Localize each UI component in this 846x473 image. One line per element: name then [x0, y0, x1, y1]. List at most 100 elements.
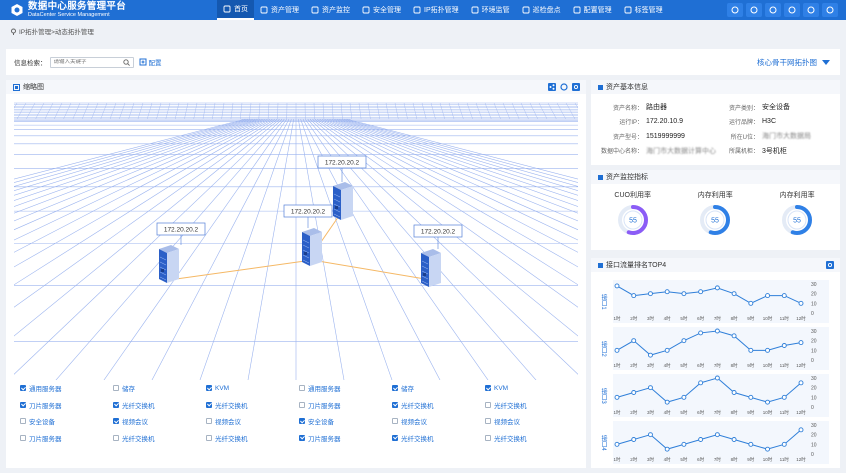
device-checkbox[interactable]: 视频会议	[113, 416, 206, 426]
nav-item-2[interactable]: 资产监控	[305, 0, 356, 20]
twitter-icon	[731, 6, 739, 14]
device-checkbox[interactable]: 光纤交换机	[206, 400, 299, 410]
device-checkbox[interactable]: 安全设备	[20, 416, 113, 426]
data-point	[698, 330, 704, 336]
checkbox-checked-icon[interactable]	[485, 385, 491, 392]
checkbox-checked-icon[interactable]	[392, 401, 398, 408]
tool-button-1[interactable]	[746, 3, 762, 17]
checkbox-empty-icon[interactable]	[299, 401, 305, 408]
checkbox-label: 视频会议	[122, 419, 148, 427]
device-filter-checkboxes: 通用服务器 储存 KVM 通用服务器 储存 KVM 刀片服务器 光纤交换机 光纤交换机 刀片服务器…	[20, 380, 580, 446]
device-checkbox[interactable]: 刀片服务器	[20, 400, 113, 410]
search-input[interactable]	[53, 59, 120, 65]
checkbox-empty-icon[interactable]	[20, 434, 26, 441]
tool-button-3[interactable]	[784, 3, 800, 17]
device-checkbox[interactable]: 刀片服务器	[20, 433, 113, 443]
x-tick-label: 6时	[697, 456, 705, 462]
device-checkbox[interactable]: 视频会议	[206, 416, 299, 426]
nav-item-6[interactable]: 巡检盘点	[516, 0, 567, 20]
device-checkbox[interactable]: 刀片服务器	[299, 433, 392, 443]
tool-button-0[interactable]	[727, 3, 743, 17]
checkbox-checked-icon[interactable]	[299, 418, 305, 425]
nav-item-5[interactable]: 环境监管	[465, 0, 516, 20]
nav-item-1[interactable]: 资产管理	[254, 0, 305, 20]
config-button[interactable]: 配置	[139, 57, 162, 67]
checkbox-empty-icon[interactable]	[20, 418, 26, 425]
key-icon	[769, 6, 777, 14]
asset-info-value: 海门市大数据局	[762, 133, 811, 141]
breadcrumb-text[interactable]: IP拓扑管理>动态拓扑管理	[19, 26, 94, 36]
checkbox-checked-icon[interactable]	[392, 434, 398, 441]
nav-item-0[interactable]: 首页	[217, 0, 254, 20]
checkbox-label: 光纤交换机	[122, 402, 155, 410]
checkbox-empty-icon[interactable]	[113, 434, 119, 441]
device-checkbox[interactable]: 储存	[392, 383, 485, 393]
traffic-charts: 接口130201001时 2时 3时 4时 5时 6时 7时 8时 9时 10时 11时 12时接口2…	[600, 280, 829, 464]
data-point	[765, 293, 770, 299]
checkbox-empty-icon[interactable]	[206, 434, 212, 441]
checkbox-checked-icon[interactable]	[206, 401, 212, 408]
device-checkbox[interactable]: 安全设备	[299, 416, 392, 426]
share-icon[interactable]	[548, 83, 556, 91]
nav-item-3[interactable]: 安全管理	[356, 0, 407, 20]
device-checkbox[interactable]: KVM	[206, 385, 299, 392]
gauge-ring: 55	[700, 205, 731, 235]
checkbox-checked-icon[interactable]	[113, 401, 119, 408]
data-point	[614, 441, 620, 447]
data-point	[798, 340, 804, 346]
device-checkbox[interactable]: 储存	[113, 383, 206, 393]
data-point	[714, 432, 720, 438]
checkbox-empty-icon[interactable]	[299, 385, 305, 392]
settings-icon[interactable]	[572, 83, 580, 91]
data-point	[798, 380, 804, 386]
app-subtitle: DataCenter Service Management	[28, 11, 110, 18]
data-point	[698, 380, 704, 386]
checkbox-checked-icon[interactable]	[392, 385, 398, 392]
settings-icon[interactable]	[826, 261, 834, 269]
y-tick-label: 20	[811, 292, 817, 298]
nav-item-8[interactable]: 标签管理	[618, 0, 669, 20]
device-checkbox[interactable]: 光纤交换机	[485, 400, 578, 410]
checkbox-checked-icon[interactable]	[206, 385, 212, 392]
checkbox-empty-icon[interactable]	[485, 418, 491, 425]
data-point	[664, 399, 670, 405]
device-checkbox[interactable]: 光纤交换机	[392, 400, 485, 410]
device-checkbox[interactable]: 视频会议	[485, 416, 578, 426]
topology-select[interactable]: 核心骨干网拓扑图	[757, 57, 830, 68]
device-checkbox[interactable]: 光纤交换机	[206, 433, 299, 443]
topology-scene[interactable]: 172.20.20.2 172.20.20.2 172.20.20.2 172.20.…	[14, 95, 578, 380]
tool-button-2[interactable]	[765, 3, 781, 17]
device-checkbox[interactable]: 光纤交换机	[113, 433, 206, 443]
checkbox-checked-icon[interactable]	[113, 418, 119, 425]
checkbox-label: 视频会议	[401, 419, 427, 427]
thumbnail-icon	[13, 83, 20, 91]
device-checkbox[interactable]: 视频会议	[392, 416, 485, 426]
tool-button-4[interactable]	[803, 3, 819, 17]
search-icon[interactable]	[122, 58, 130, 66]
x-tick-label: 10时	[763, 362, 773, 368]
checkbox-label: 通用服务器	[308, 386, 341, 394]
checkbox-checked-icon[interactable]	[20, 401, 26, 408]
device-checkbox[interactable]: 刀片服务器	[299, 400, 392, 410]
device-checkbox[interactable]: 光纤交换机	[485, 433, 578, 443]
checkbox-empty-icon[interactable]	[392, 418, 398, 425]
checkbox-checked-icon[interactable]	[20, 385, 26, 392]
checkbox-label: 刀片服务器	[29, 435, 62, 443]
device-checkbox[interactable]: 通用服务器	[20, 383, 113, 393]
asset-info-row: 运行IP： 172.20.10.9 运行品牌： H3C	[591, 115, 838, 130]
checkbox-empty-icon[interactable]	[113, 385, 119, 392]
checkbox-empty-icon[interactable]	[485, 434, 491, 441]
device-checkbox[interactable]: 通用服务器	[299, 383, 392, 393]
device-checkbox[interactable]: 光纤交换机	[113, 400, 206, 410]
nav-item-4[interactable]: IP拓扑管理	[407, 0, 465, 20]
nav-item-7[interactable]: 配置管理	[567, 0, 618, 20]
refresh-icon[interactable]	[560, 83, 568, 91]
device-checkbox[interactable]: 光纤交换机	[392, 433, 485, 443]
device-checkbox[interactable]: KVM	[485, 385, 578, 392]
logo[interactable]: 数据中心服务管理平台 DataCenter Service Management	[10, 2, 205, 18]
checkbox-empty-icon[interactable]	[206, 418, 212, 425]
checkbox-checked-icon[interactable]	[299, 434, 305, 441]
search-box[interactable]	[49, 56, 134, 68]
checkbox-empty-icon[interactable]	[485, 401, 491, 408]
tool-button-5[interactable]	[822, 3, 838, 17]
